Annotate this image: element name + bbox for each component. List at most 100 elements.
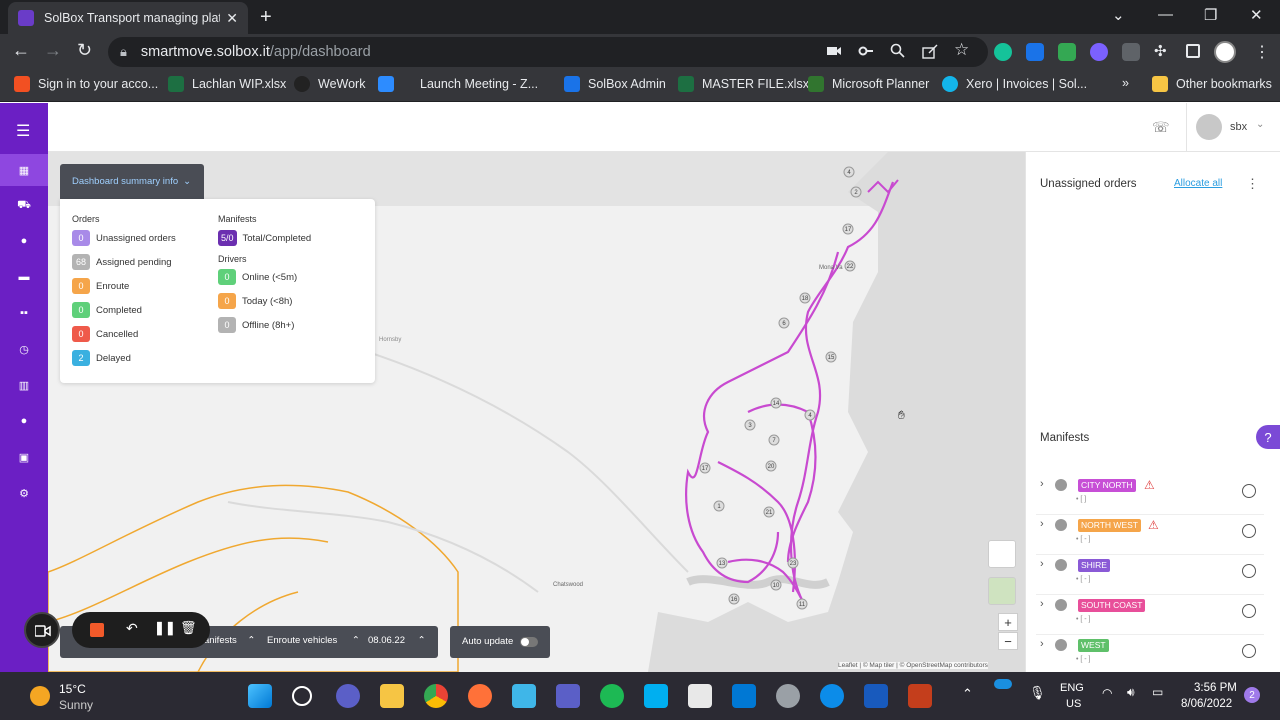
stop-recording-button[interactable] bbox=[90, 623, 104, 637]
auto-update-toggle[interactable] bbox=[520, 637, 538, 647]
phone-icon[interactable]: ☏ bbox=[1152, 119, 1170, 136]
close-window-icon[interactable]: ✕ bbox=[1250, 6, 1263, 24]
settings-gear-icon[interactable]: ⚙ bbox=[0, 477, 48, 509]
bookmark-star-icon[interactable]: ☆ bbox=[954, 40, 969, 60]
manifest-row[interactable]: › CITY NORTH ⚠ • [ ] bbox=[1036, 475, 1264, 515]
more-bookmarks-chevron-icon[interactable]: » bbox=[1122, 76, 1129, 90]
language-indicator[interactable]: ENG bbox=[1060, 682, 1084, 694]
wifi-icon[interactable]: ◠ bbox=[1102, 686, 1112, 700]
order-stat-row[interactable]: 68 Assigned pending bbox=[72, 254, 172, 270]
manifests-toggle[interactable]: anifests ⌃ bbox=[204, 635, 255, 646]
firefox-icon[interactable] bbox=[468, 684, 492, 708]
onedrive-icon[interactable] bbox=[994, 679, 1012, 689]
back-icon[interactable]: ← bbox=[12, 40, 30, 61]
route-stop-label[interactable]: 20 bbox=[768, 464, 775, 470]
pause-manifest-icon[interactable] bbox=[1055, 599, 1067, 611]
bookmark-item[interactable]: Sign in to your acco... bbox=[14, 76, 158, 92]
reload-icon[interactable]: ↻ bbox=[77, 40, 92, 61]
bookmark-item[interactable]: Microsoft Planner bbox=[808, 76, 929, 92]
person-nav-icon[interactable]: ● bbox=[0, 405, 48, 437]
locate-target-icon[interactable] bbox=[1242, 564, 1256, 578]
manifest-row[interactable]: › SHIRE • [ - ] bbox=[1036, 555, 1264, 595]
pause-manifest-icon[interactable] bbox=[1055, 639, 1067, 651]
route-stop-label[interactable]: 18 bbox=[802, 296, 809, 302]
route-stop-label[interactable]: 22 bbox=[847, 264, 854, 270]
pause-manifest-icon[interactable] bbox=[1055, 479, 1067, 491]
weather-temp[interactable]: 15°C bbox=[59, 682, 86, 696]
date-selector[interactable]: 08.06.22 ⌃ bbox=[368, 635, 426, 646]
manifest-row[interactable]: › NORTH WEST ⚠ • [ - ] bbox=[1036, 515, 1264, 555]
volume-icon[interactable]: 🔊︎ bbox=[1127, 685, 1135, 700]
route-stop-label[interactable]: 10 bbox=[773, 583, 780, 589]
map-flag-layer-icon[interactable] bbox=[988, 540, 1016, 568]
route-stop-label[interactable]: 15 bbox=[828, 355, 835, 361]
chevron-right-icon[interactable]: › bbox=[1040, 638, 1044, 650]
pause-manifest-icon[interactable] bbox=[1055, 519, 1067, 531]
other-bookmarks[interactable]: Other bookmarks bbox=[1152, 76, 1272, 92]
map-terrain-layer-icon[interactable] bbox=[988, 577, 1016, 605]
pause-manifest-icon[interactable] bbox=[1055, 559, 1067, 571]
map-attribution[interactable]: Leaflet | © Map tiler | © OpenStreetMap … bbox=[838, 662, 988, 669]
help-icon[interactable]: ? bbox=[1256, 425, 1280, 449]
kebab-menu-icon[interactable]: ⋮ bbox=[1246, 176, 1259, 192]
driver-stat-row[interactable]: 0 Online (<5m) bbox=[218, 269, 297, 285]
settings-app-icon[interactable] bbox=[776, 684, 800, 708]
profile-avatar-icon[interactable] bbox=[1214, 41, 1236, 63]
close-tab-icon[interactable]: ✕ bbox=[226, 10, 238, 27]
route-stop-label[interactable]: 21 bbox=[766, 510, 773, 516]
manifest-row[interactable]: › SOUTH COAST • [ - ] bbox=[1036, 595, 1264, 635]
driver-stat-row[interactable]: 0 Today (<8h) bbox=[218, 293, 292, 309]
extension-flower-icon[interactable] bbox=[1090, 43, 1108, 61]
file-explorer-icon[interactable] bbox=[380, 684, 404, 708]
order-stat-row[interactable]: 0 Unassigned orders bbox=[72, 230, 176, 246]
extension-check-icon[interactable] bbox=[1058, 43, 1076, 61]
share-icon[interactable] bbox=[922, 43, 938, 59]
spotify-icon[interactable] bbox=[600, 684, 624, 708]
truck-nav-icon[interactable]: ⛟ bbox=[0, 190, 48, 222]
restore-icon[interactable]: ❐ bbox=[1204, 6, 1217, 24]
route-stop-label[interactable]: 16 bbox=[731, 597, 738, 603]
browser-tab[interactable]: SolBox Transport managing platf ✕ bbox=[8, 2, 248, 34]
clock-time[interactable]: 3:56 PM bbox=[1194, 682, 1237, 694]
allocate-all-link[interactable]: Allocate all bbox=[1174, 178, 1222, 189]
user-name[interactable]: sbx bbox=[1230, 121, 1247, 133]
puzzle-extensions-icon[interactable]: ✣ bbox=[1154, 42, 1167, 60]
calculator-icon[interactable] bbox=[688, 684, 712, 708]
windows-start-icon[interactable] bbox=[248, 684, 272, 708]
hamburger-menu-icon[interactable]: ☰ bbox=[16, 121, 30, 141]
weather-desc[interactable]: Sunny bbox=[59, 698, 93, 712]
address-bar[interactable]: 🔒︎ smartmove.solbox.it/app/dashboard bbox=[108, 37, 988, 67]
chrome-icon[interactable] bbox=[424, 684, 448, 708]
order-stat-row[interactable]: 0 Cancelled bbox=[72, 326, 138, 342]
chevron-right-icon[interactable]: › bbox=[1040, 558, 1044, 570]
route-stop-label[interactable]: 14 bbox=[773, 401, 780, 407]
locate-target-icon[interactable] bbox=[1242, 604, 1256, 618]
clock-nav-icon[interactable]: ◷ bbox=[0, 333, 48, 365]
outlook-icon[interactable] bbox=[732, 684, 756, 708]
locate-target-icon[interactable] bbox=[1242, 644, 1256, 658]
bookmark-item[interactable]: Lachlan WIP.xlsx bbox=[168, 76, 286, 92]
order-stat-row[interactable]: 2 Delayed bbox=[72, 350, 131, 366]
bookmark-item[interactable]: MASTER FILE.xlsx bbox=[678, 76, 809, 92]
report-nav-icon[interactable]: ▣ bbox=[0, 441, 48, 473]
columns-nav-icon[interactable]: ▥ bbox=[0, 369, 48, 401]
tab-search-chevron-icon[interactable]: ⌄ bbox=[1112, 6, 1125, 24]
password-key-icon[interactable] bbox=[858, 43, 874, 59]
skype-icon[interactable] bbox=[644, 684, 668, 708]
minimize-icon[interactable]: — bbox=[1158, 6, 1173, 23]
edge-icon[interactable] bbox=[820, 684, 844, 708]
camera-blocked-icon[interactable] bbox=[826, 44, 842, 58]
manifest-row[interactable]: › WEST • [ - ] bbox=[1036, 635, 1264, 671]
bookmark-item[interactable]: SolBox Admin bbox=[564, 76, 666, 92]
manifest-stat-row[interactable]: 5/0 Total/Completed bbox=[218, 230, 311, 246]
bookmark-item[interactable]: Launch Meeting - Z... bbox=[378, 76, 538, 92]
teams-chat-icon[interactable] bbox=[336, 684, 360, 708]
grid-nav-icon[interactable]: ▪▪ bbox=[0, 297, 48, 329]
pause-icon[interactable]: ❚❚ bbox=[154, 620, 176, 636]
search-icon[interactable] bbox=[292, 686, 312, 706]
route-stop-label[interactable]: 11 bbox=[799, 602, 806, 608]
microphone-icon[interactable]: 🎙︎ bbox=[1029, 685, 1046, 701]
zoom-icon[interactable] bbox=[890, 43, 906, 59]
dashboard-nav-icon[interactable]: ▦ bbox=[0, 154, 48, 186]
recorder-camera-button[interactable] bbox=[24, 612, 60, 648]
